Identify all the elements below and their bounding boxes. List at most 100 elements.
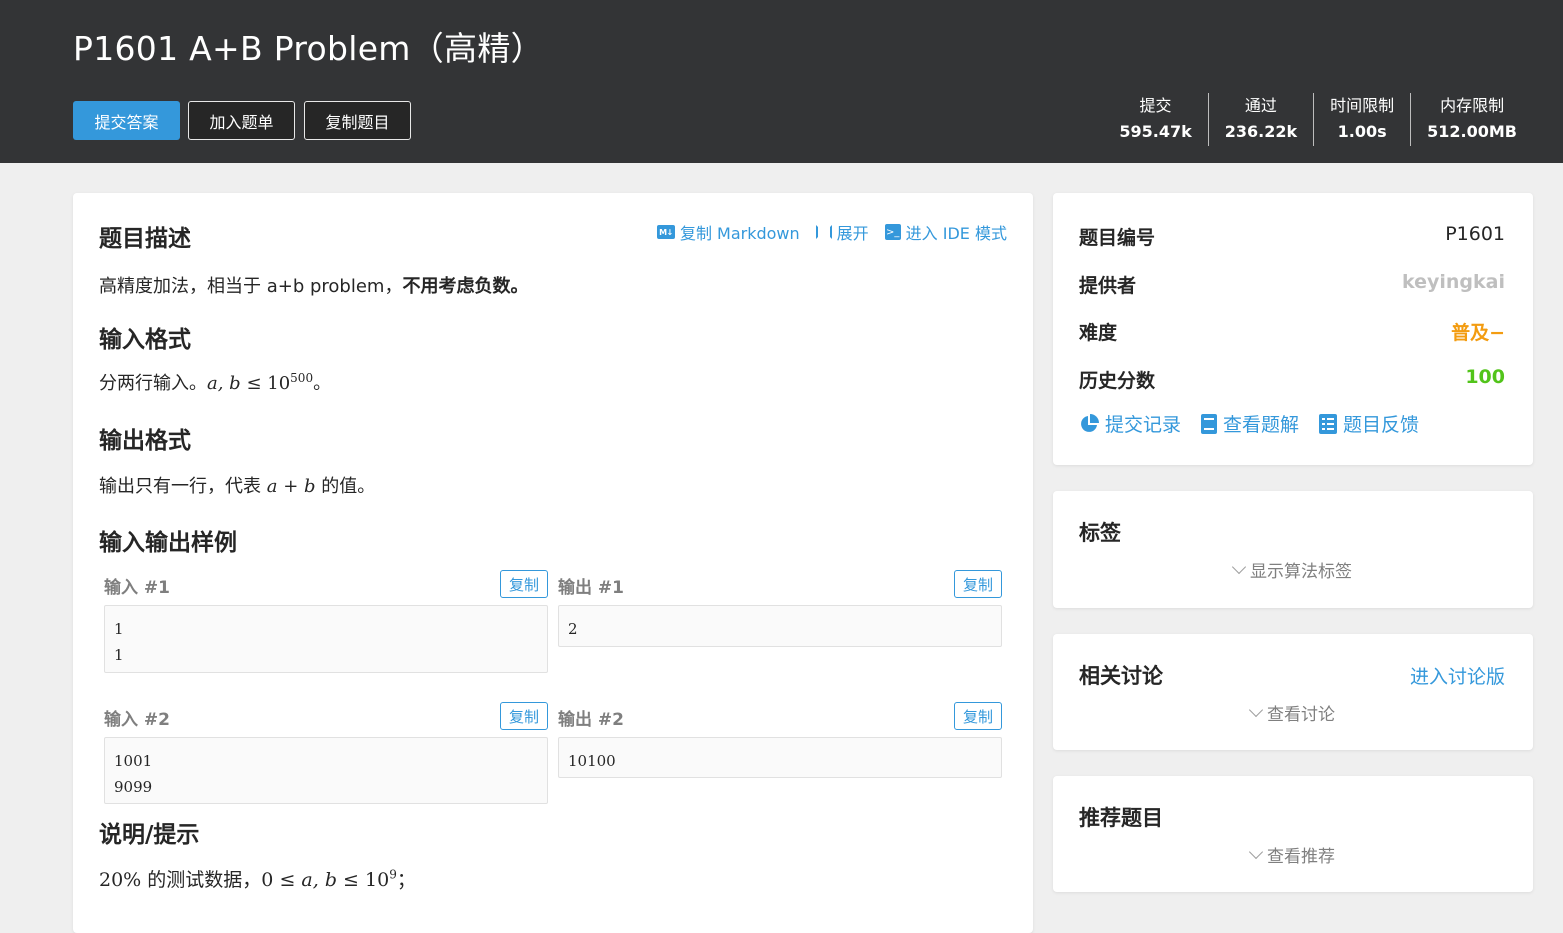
math-exp: 500 bbox=[290, 371, 314, 385]
math-ten: 10 bbox=[267, 373, 291, 394]
hint-plain: 的测试数据， bbox=[147, 869, 262, 891]
problem-content-card: M↓ 复制 Markdown 展开 >_ 进入 IDE 模式 题目描述 高精度加… bbox=[73, 193, 1033, 933]
description-text: 高精度加法，相当于 a+b problem，不用考虑负数。 bbox=[99, 272, 528, 298]
view-solutions-label: 查看题解 bbox=[1223, 414, 1300, 436]
math-le: ≤ bbox=[343, 869, 359, 891]
book-icon bbox=[1201, 413, 1218, 434]
copy-markdown-label: 复制 Markdown bbox=[679, 224, 800, 243]
math-ten: 10 bbox=[365, 869, 390, 891]
input-format-plain: 分两行输入。 bbox=[99, 373, 207, 394]
description-plain: 高精度加法，相当于 a+b problem， bbox=[99, 276, 403, 297]
sample-output-block[interactable]: 10100 bbox=[558, 737, 1002, 778]
problem-title: P1601 A+B Problem（高精） bbox=[73, 29, 544, 68]
view-recommend-toggle[interactable]: 查看推荐 bbox=[1248, 842, 1335, 867]
output-format-plain: 输出只有一行，代表 bbox=[99, 476, 261, 497]
stat-key: 内存限制 bbox=[1440, 96, 1505, 115]
section-title-description: 题目描述 bbox=[99, 226, 191, 252]
recommend-card: 推荐题目 查看推荐 bbox=[1053, 776, 1533, 892]
show-tags-toggle[interactable]: 显示算法标签 bbox=[1231, 557, 1352, 582]
add-to-list-button[interactable]: 加入题单 bbox=[188, 101, 295, 140]
hint-percent: 20% bbox=[99, 869, 142, 891]
sample-output-label: 输出 #1 bbox=[558, 578, 624, 598]
submission-records-link[interactable]: 提交记录 bbox=[1079, 410, 1181, 437]
math-ab: a, b bbox=[301, 869, 337, 891]
problem-id-value: P1601 bbox=[1445, 223, 1505, 245]
stat-key: 通过 bbox=[1244, 96, 1277, 115]
expand-label: 展开 bbox=[836, 224, 869, 243]
sample-input-block[interactable]: 1001 9099 bbox=[104, 737, 548, 804]
enter-discussion-link[interactable]: 进入讨论版 bbox=[1410, 662, 1505, 689]
description-bold: 不用考虑负数。 bbox=[402, 276, 529, 297]
submit-button[interactable]: 提交答案 bbox=[73, 101, 180, 140]
copy-sample-output-button[interactable]: 复制 bbox=[954, 702, 1002, 730]
copy-sample-input-button[interactable]: 复制 bbox=[500, 702, 548, 730]
score-label: 历史分数 bbox=[1079, 370, 1156, 392]
sample-output-block[interactable]: 2 bbox=[558, 605, 1002, 647]
expand-icon bbox=[815, 225, 832, 239]
markdown-icon: M↓ bbox=[656, 225, 675, 239]
chevron-down-icon bbox=[1248, 702, 1264, 717]
difficulty-label: 难度 bbox=[1079, 322, 1118, 344]
chevron-down-icon bbox=[1248, 844, 1264, 859]
provider-link[interactable]: keyingkai bbox=[1402, 271, 1505, 293]
stat-key: 提交 bbox=[1139, 96, 1172, 115]
problem-id-label: 题目编号 bbox=[1079, 227, 1156, 249]
content-toolbar: M↓ 复制 Markdown 展开 >_ 进入 IDE 模式 bbox=[656, 220, 1007, 244]
pie-chart-icon bbox=[1081, 413, 1099, 432]
math-le: ≤ bbox=[246, 373, 262, 394]
submission-records-label: 提交记录 bbox=[1105, 414, 1182, 436]
sample-input-label: 输入 #2 bbox=[104, 710, 170, 730]
stat-value: 512.00MB bbox=[1427, 122, 1517, 141]
show-tags-label: 显示算法标签 bbox=[1250, 562, 1352, 582]
expand-button[interactable]: 展开 bbox=[815, 220, 869, 244]
math-zero: 0 bbox=[261, 869, 274, 891]
view-recommend-label: 查看推荐 bbox=[1267, 847, 1335, 867]
stat-value: 595.47k bbox=[1119, 122, 1192, 141]
output-format-end: 的值。 bbox=[321, 476, 376, 497]
ide-mode-button[interactable]: >_ 进入 IDE 模式 bbox=[884, 220, 1007, 244]
output-format-text: 输出只有一行，代表 a + b 的值。 bbox=[99, 472, 375, 498]
stat-value: 236.22k bbox=[1224, 122, 1298, 141]
stat-key: 时间限制 bbox=[1330, 96, 1395, 115]
hint-text: 20% 的测试数据，0 ≤ a, b ≤ 109； bbox=[99, 865, 416, 892]
ide-mode-label: 进入 IDE 模式 bbox=[905, 224, 1007, 243]
discussion-card: 相关讨论 进入讨论版 查看讨论 bbox=[1053, 634, 1533, 750]
stat-time-limit: 时间限制 1.00s bbox=[1313, 93, 1410, 146]
math-ab: a, b bbox=[207, 373, 241, 394]
view-discussion-toggle[interactable]: 查看讨论 bbox=[1248, 700, 1335, 725]
math-exp: 9 bbox=[389, 867, 397, 882]
copy-problem-button[interactable]: 复制题目 bbox=[304, 101, 411, 140]
section-title-output: 输出格式 bbox=[99, 428, 191, 454]
problem-header: P1601 A+B Problem（高精） 提交答案 加入题单 复制题目 提交 … bbox=[0, 0, 1563, 163]
stat-submissions: 提交 595.47k bbox=[1103, 93, 1207, 146]
copy-markdown-button[interactable]: M↓ 复制 Markdown bbox=[656, 220, 800, 244]
section-title-samples: 输入输出样例 bbox=[99, 530, 237, 556]
score-value: 100 bbox=[1465, 366, 1505, 388]
tags-title: 标签 bbox=[1079, 521, 1121, 545]
tags-card: 标签 显示算法标签 bbox=[1053, 491, 1533, 608]
section-title-input: 输入格式 bbox=[99, 327, 191, 353]
view-solutions-link[interactable]: 查看题解 bbox=[1201, 410, 1299, 437]
copy-sample-input-button[interactable]: 复制 bbox=[500, 570, 548, 598]
problem-stats: 提交 595.47k 通过 236.22k 时间限制 1.00s 内存限制 51… bbox=[1103, 93, 1533, 146]
feedback-link[interactable]: 题目反馈 bbox=[1319, 410, 1419, 437]
math-plus: + bbox=[283, 476, 299, 497]
problem-links: 提交记录 查看题解 题目反馈 bbox=[1079, 410, 1419, 437]
terminal-icon: >_ bbox=[884, 224, 901, 240]
difficulty-badge: 普及− bbox=[1451, 322, 1505, 344]
problem-info-card: 题目编号 P1601 提供者 keyingkai 难度 普及− 历史分数 100… bbox=[1053, 193, 1533, 465]
input-format-end: 。 bbox=[313, 373, 332, 394]
math-le: ≤ bbox=[279, 869, 296, 891]
sample-output-label: 输出 #2 bbox=[558, 710, 624, 730]
input-format-text: 分两行输入。a, b ≤ 10500。 bbox=[99, 369, 331, 395]
sample-input-block[interactable]: 1 1 bbox=[104, 605, 548, 673]
copy-sample-output-button[interactable]: 复制 bbox=[954, 570, 1002, 598]
view-discussion-label: 查看讨论 bbox=[1267, 705, 1335, 725]
math-b: b bbox=[304, 476, 316, 497]
list-icon bbox=[1319, 413, 1338, 434]
feedback-label: 题目反馈 bbox=[1343, 414, 1420, 436]
math-a: a bbox=[266, 476, 278, 497]
stat-value: 1.00s bbox=[1337, 122, 1387, 141]
stat-accepted: 通过 236.22k bbox=[1207, 93, 1313, 146]
provider-label: 提供者 bbox=[1079, 275, 1137, 297]
